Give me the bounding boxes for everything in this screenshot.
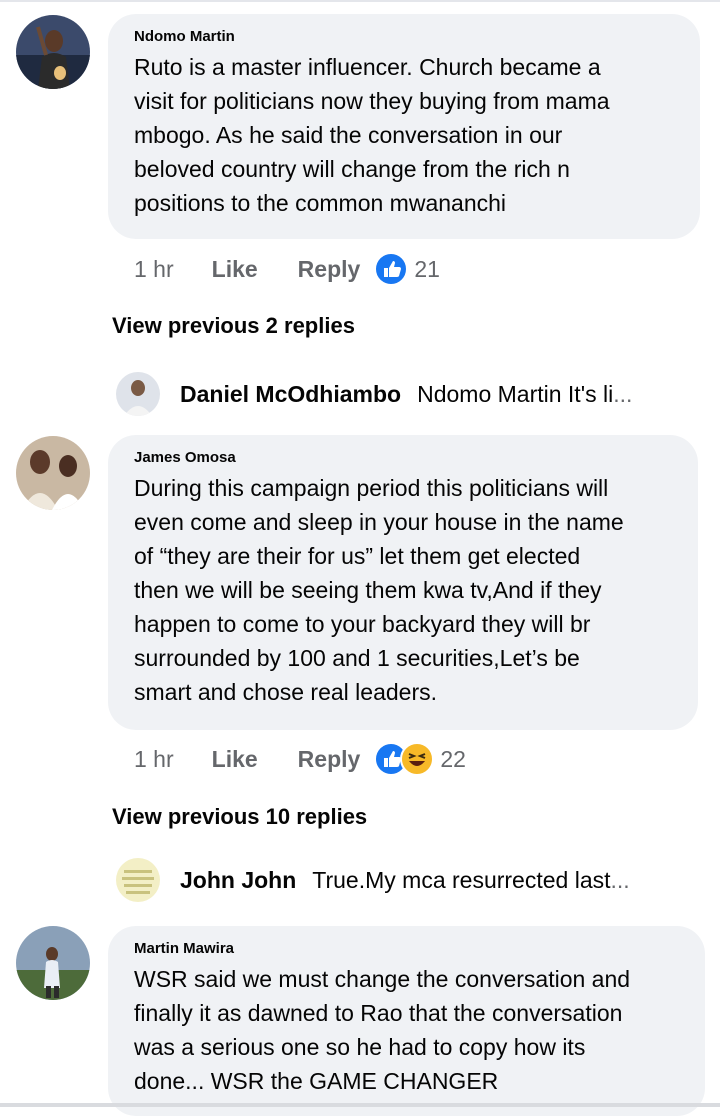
avatar[interactable]	[16, 15, 90, 89]
like-icon	[374, 252, 409, 286]
reply-author[interactable]: John John	[180, 867, 296, 894]
haha-icon	[400, 742, 435, 776]
view-previous-replies[interactable]: View previous 10 replies	[112, 804, 367, 830]
comment-timestamp[interactable]: 1 hr	[134, 256, 174, 283]
comment-author[interactable]: Martin Mawira	[134, 940, 681, 958]
reaction-count: 21	[414, 255, 440, 282]
reaction-summary[interactable]: 22	[374, 742, 466, 776]
comment-text: WSR said we must change the conversation…	[134, 966, 631, 1094]
avatar[interactable]	[116, 372, 160, 416]
reply-preview: Ndomo Martin It's li	[417, 380, 614, 407]
profile-photo-icon	[116, 858, 160, 902]
avatar[interactable]	[16, 436, 90, 510]
profile-photo-icon	[16, 15, 90, 89]
bottom-divider	[0, 1103, 720, 1107]
like-button[interactable]: Like	[212, 746, 258, 773]
top-divider	[0, 0, 720, 2]
reaction-count: 22	[440, 745, 466, 772]
reply-button[interactable]: Reply	[298, 256, 361, 283]
comment-actions: 1 hr Like Reply 21	[134, 252, 440, 286]
comment-text: During this campaign period this politic…	[134, 475, 624, 705]
avatar[interactable]	[116, 858, 160, 902]
profile-photo-icon	[116, 372, 160, 416]
comment-timestamp[interactable]: 1 hr	[134, 746, 174, 773]
comment-bubble: Martin Mawira WSR said we must change th…	[108, 926, 705, 1116]
view-previous-replies[interactable]: View previous 2 replies	[112, 313, 355, 339]
reply-preview: True.My mca resurrected last	[312, 866, 611, 893]
reply-button[interactable]: Reply	[298, 746, 361, 773]
like-button[interactable]: Like	[212, 256, 258, 283]
reply-ellipsis: ...	[610, 866, 630, 893]
reply-author[interactable]: Daniel McOdhiambo	[180, 381, 401, 408]
comment-bubble: James Omosa During this campaign period …	[108, 435, 698, 730]
comment-text: Ruto is a master influencer. Church beca…	[134, 54, 610, 216]
reaction-summary[interactable]: 21	[374, 252, 440, 286]
profile-photo-icon	[16, 926, 90, 1000]
avatar[interactable]	[16, 926, 90, 1000]
reply-ellipsis: ...	[613, 380, 633, 407]
profile-photo-icon	[16, 436, 90, 510]
comment-author[interactable]: James Omosa	[134, 449, 674, 467]
comment-actions: 1 hr Like Reply 22	[134, 742, 466, 776]
comment-bubble: Ndomo Martin Ruto is a master influencer…	[108, 14, 700, 239]
latest-reply[interactable]: John John True.My mca resurrected last .…	[116, 858, 630, 902]
latest-reply[interactable]: Daniel McOdhiambo Ndomo Martin It's li .…	[116, 372, 632, 416]
comment-author[interactable]: Ndomo Martin	[134, 28, 676, 46]
